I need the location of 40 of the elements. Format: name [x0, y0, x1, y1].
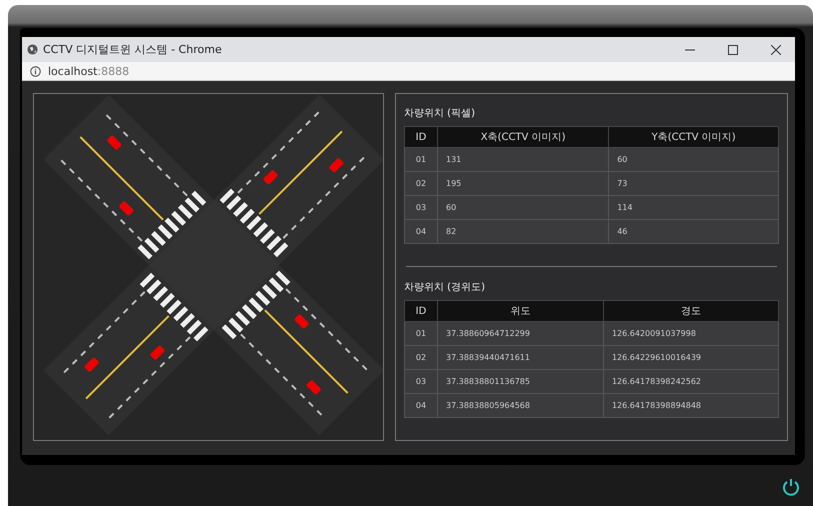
table-cell: 37.38838805964568	[438, 394, 604, 418]
column-header: ID	[404, 300, 438, 322]
table-cell: 01	[404, 148, 438, 172]
column-header: ID	[404, 126, 438, 148]
window-title: CCTV 디지털트윈 시스템 - Chrome	[43, 42, 223, 57]
table-cell: 02	[404, 346, 438, 370]
globe-icon	[27, 44, 38, 55]
table-cell: 03	[404, 370, 438, 394]
panel-title: 차량위치 (경위도)	[404, 281, 486, 294]
table-cell: 37.38838801136785	[438, 370, 604, 394]
column-header: 경도	[603, 300, 778, 322]
table-cell: 126.64229610016439	[603, 346, 778, 370]
table-cell: 37.38839440471611	[438, 346, 604, 370]
power-icon[interactable]	[781, 477, 801, 497]
table-cell: 37.38860964712299	[438, 322, 604, 346]
table-cell: 126.6420091037998	[603, 322, 778, 346]
table-cell: 126.64178398242562	[603, 370, 778, 394]
table-cell: 04	[404, 220, 438, 244]
table-cell: 60	[438, 196, 609, 220]
table-cell: 114	[608, 196, 778, 220]
panel-title: 차량위치 (픽셀)	[404, 107, 476, 120]
maximize-icon	[728, 44, 738, 54]
table-cell: 04	[404, 394, 438, 418]
column-header: Y축(CCTV 이미지)	[608, 126, 778, 148]
url-text: localhost:8888	[48, 64, 130, 78]
table-cell: 01	[404, 322, 438, 346]
close-icon	[771, 44, 781, 54]
table-cell: 82	[438, 220, 609, 244]
table-cell: 195	[438, 172, 609, 196]
column-header: X축(CCTV 이미지)	[438, 126, 609, 148]
table-cell: 126.64178398894848	[603, 394, 778, 418]
info-icon	[30, 66, 41, 76]
table-cell: 03	[404, 196, 438, 220]
table-cell: 60	[608, 148, 778, 172]
table-cell: 73	[608, 172, 778, 196]
address-bar[interactable]: localhost:8888	[22, 62, 795, 81]
table-cell: 02	[404, 172, 438, 196]
column-header: 위도	[438, 300, 604, 322]
table-cell: 131	[438, 148, 609, 172]
table-cell: 46	[608, 220, 778, 244]
